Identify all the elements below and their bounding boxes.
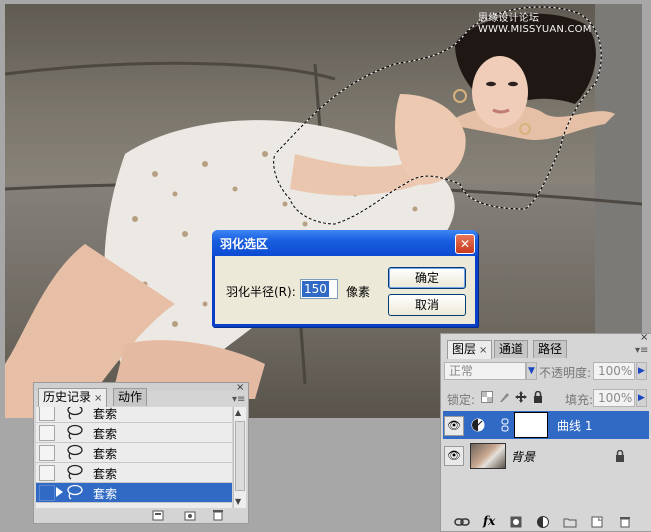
tab-close-icon[interactable]: × xyxy=(479,345,487,356)
scroll-up-icon[interactable]: ▲ xyxy=(235,408,241,417)
history-panel: × ▾≡ 历史记录 × 动作 套索 套索 套索 套索 套索 ▲ ▼ xyxy=(33,382,249,524)
history-state-pointer-icon[interactable] xyxy=(56,487,64,497)
tab-paths-label: 路径 xyxy=(538,342,563,356)
feather-radius-label: 羽化半径(R): xyxy=(226,285,296,299)
cancel-button[interactable]: 取消 xyxy=(388,294,466,316)
tab-history-label: 历史记录 xyxy=(43,390,92,404)
blend-mode-dropdown-icon[interactable]: ▼ xyxy=(526,362,537,380)
history-footer xyxy=(34,508,248,523)
history-item-label: 套索 xyxy=(93,447,118,461)
history-item[interactable]: 套索 xyxy=(36,443,232,463)
dialog-body: 羽化半径(R): 150 像素 确定 取消 xyxy=(215,256,475,324)
tab-layers-label: 图层 xyxy=(452,342,477,356)
lock-transparent-pixels-icon[interactable] xyxy=(481,391,493,403)
lasso-icon xyxy=(67,407,83,420)
mask-link-icon[interactable] xyxy=(501,418,509,432)
tab-paths[interactable]: 路径 xyxy=(533,340,568,358)
opacity-label: 不透明度: xyxy=(539,366,592,380)
watermark-text: 思缘设计论坛 WWW.MISSYUAN.COM xyxy=(478,13,592,35)
layers-footer: fx xyxy=(441,514,651,531)
ok-button[interactable]: 确定 xyxy=(388,267,466,289)
new-layer-icon[interactable] xyxy=(591,516,603,528)
tab-channels-label: 通道 xyxy=(499,342,524,356)
history-item-label: 套索 xyxy=(93,467,118,481)
opacity-value: 100% xyxy=(598,364,633,378)
scroll-thumb[interactable] xyxy=(235,421,245,491)
layer-row-curves[interactable]: 👁 曲线 1 xyxy=(443,411,649,439)
opacity-slider-icon[interactable]: ▶ xyxy=(636,362,647,380)
history-item[interactable]: 套索 xyxy=(36,463,232,483)
tab-close-icon[interactable]: × xyxy=(94,393,102,404)
feather-radius-input[interactable]: 150 xyxy=(300,279,338,299)
blend-mode-value: 正常 xyxy=(449,364,474,378)
lock-position-icon[interactable] xyxy=(515,391,527,403)
layer-thumbnail[interactable] xyxy=(470,443,506,469)
history-brush-source-box[interactable] xyxy=(39,407,55,421)
delete-layer-icon[interactable] xyxy=(619,515,631,528)
history-list: 套索 套索 套索 套索 套索 xyxy=(36,407,232,508)
link-layers-icon[interactable] xyxy=(454,517,470,527)
tab-channels[interactable]: 通道 xyxy=(494,340,529,358)
eye-icon[interactable]: 👁 xyxy=(444,446,464,466)
eye-icon[interactable]: 👁 xyxy=(444,416,464,436)
history-item[interactable]: 套索 xyxy=(36,423,232,443)
lock-label: 锁定: xyxy=(447,393,476,407)
tab-layers[interactable]: 图层 × xyxy=(447,340,493,359)
fill-slider-icon[interactable]: ▶ xyxy=(636,389,647,407)
lasso-icon xyxy=(67,464,83,480)
lock-image-pixels-icon[interactable] xyxy=(498,391,510,403)
unit-label: 像素 xyxy=(346,285,371,299)
fill-input[interactable]: 100% xyxy=(593,389,635,407)
close-icon[interactable]: ✕ xyxy=(455,234,475,254)
dialog-title: 羽化选区 xyxy=(220,237,269,251)
layer-row-background[interactable]: 👁 背景 xyxy=(443,441,649,469)
opacity-input[interactable]: 100% xyxy=(593,362,635,380)
history-brush-source-box[interactable] xyxy=(39,425,55,441)
layer-name[interactable]: 背景 xyxy=(511,448,535,465)
history-brush-source-box[interactable] xyxy=(39,485,55,501)
history-item-label: 套索 xyxy=(93,427,118,441)
adjustment-layer-icon[interactable] xyxy=(537,516,549,528)
lock-icon xyxy=(616,450,624,462)
adjustment-layer-icon xyxy=(471,418,485,432)
history-brush-source-box[interactable] xyxy=(39,445,55,461)
fx-icon[interactable]: fx xyxy=(483,514,495,528)
new-document-from-state-icon[interactable] xyxy=(152,510,164,521)
scroll-down-icon[interactable]: ▼ xyxy=(235,497,241,506)
layer-name[interactable]: 曲线 1 xyxy=(557,417,592,434)
history-brush-source-box[interactable] xyxy=(39,465,55,481)
history-item[interactable]: 套索 xyxy=(36,407,232,423)
dialog-titlebar[interactable]: 羽化选区 ✕ xyxy=(212,230,478,256)
history-scrollbar[interactable]: ▲ ▼ xyxy=(233,407,246,508)
lasso-icon xyxy=(67,484,83,500)
tab-actions-label: 动作 xyxy=(118,390,143,404)
history-item-selected[interactable]: 套索 xyxy=(36,483,232,503)
lasso-icon xyxy=(67,444,83,460)
layer-mask-thumbnail[interactable] xyxy=(514,412,548,438)
layers-panel: × ▾≡ 图层 × 通道 路径 正常 ▼ 不透明度: 100% ▶ 锁定: 填充:… xyxy=(440,332,651,532)
fill-value: 100% xyxy=(598,391,633,405)
history-tabs: 历史记录 × 动作 xyxy=(34,388,248,407)
tab-actions[interactable]: 动作 xyxy=(113,388,148,406)
blend-mode-select[interactable]: 正常 xyxy=(444,362,526,380)
fill-label: 填充: xyxy=(565,393,594,407)
history-item-label: 套索 xyxy=(93,487,118,501)
delete-state-icon[interactable] xyxy=(212,509,224,521)
new-snapshot-icon[interactable] xyxy=(184,510,196,521)
add-mask-icon[interactable] xyxy=(510,516,522,528)
feather-radius-value: 150 xyxy=(302,281,329,297)
new-group-icon[interactable] xyxy=(563,517,577,528)
layers-tabs: 图层 × 通道 路径 xyxy=(441,340,651,359)
tab-history[interactable]: 历史记录 × xyxy=(38,388,108,407)
feather-selection-dialog: 羽化选区 ✕ 羽化半径(R): 150 像素 确定 取消 xyxy=(212,230,478,327)
lock-all-icon[interactable] xyxy=(533,391,543,403)
lasso-icon xyxy=(67,424,83,440)
history-item-label: 套索 xyxy=(93,407,118,421)
